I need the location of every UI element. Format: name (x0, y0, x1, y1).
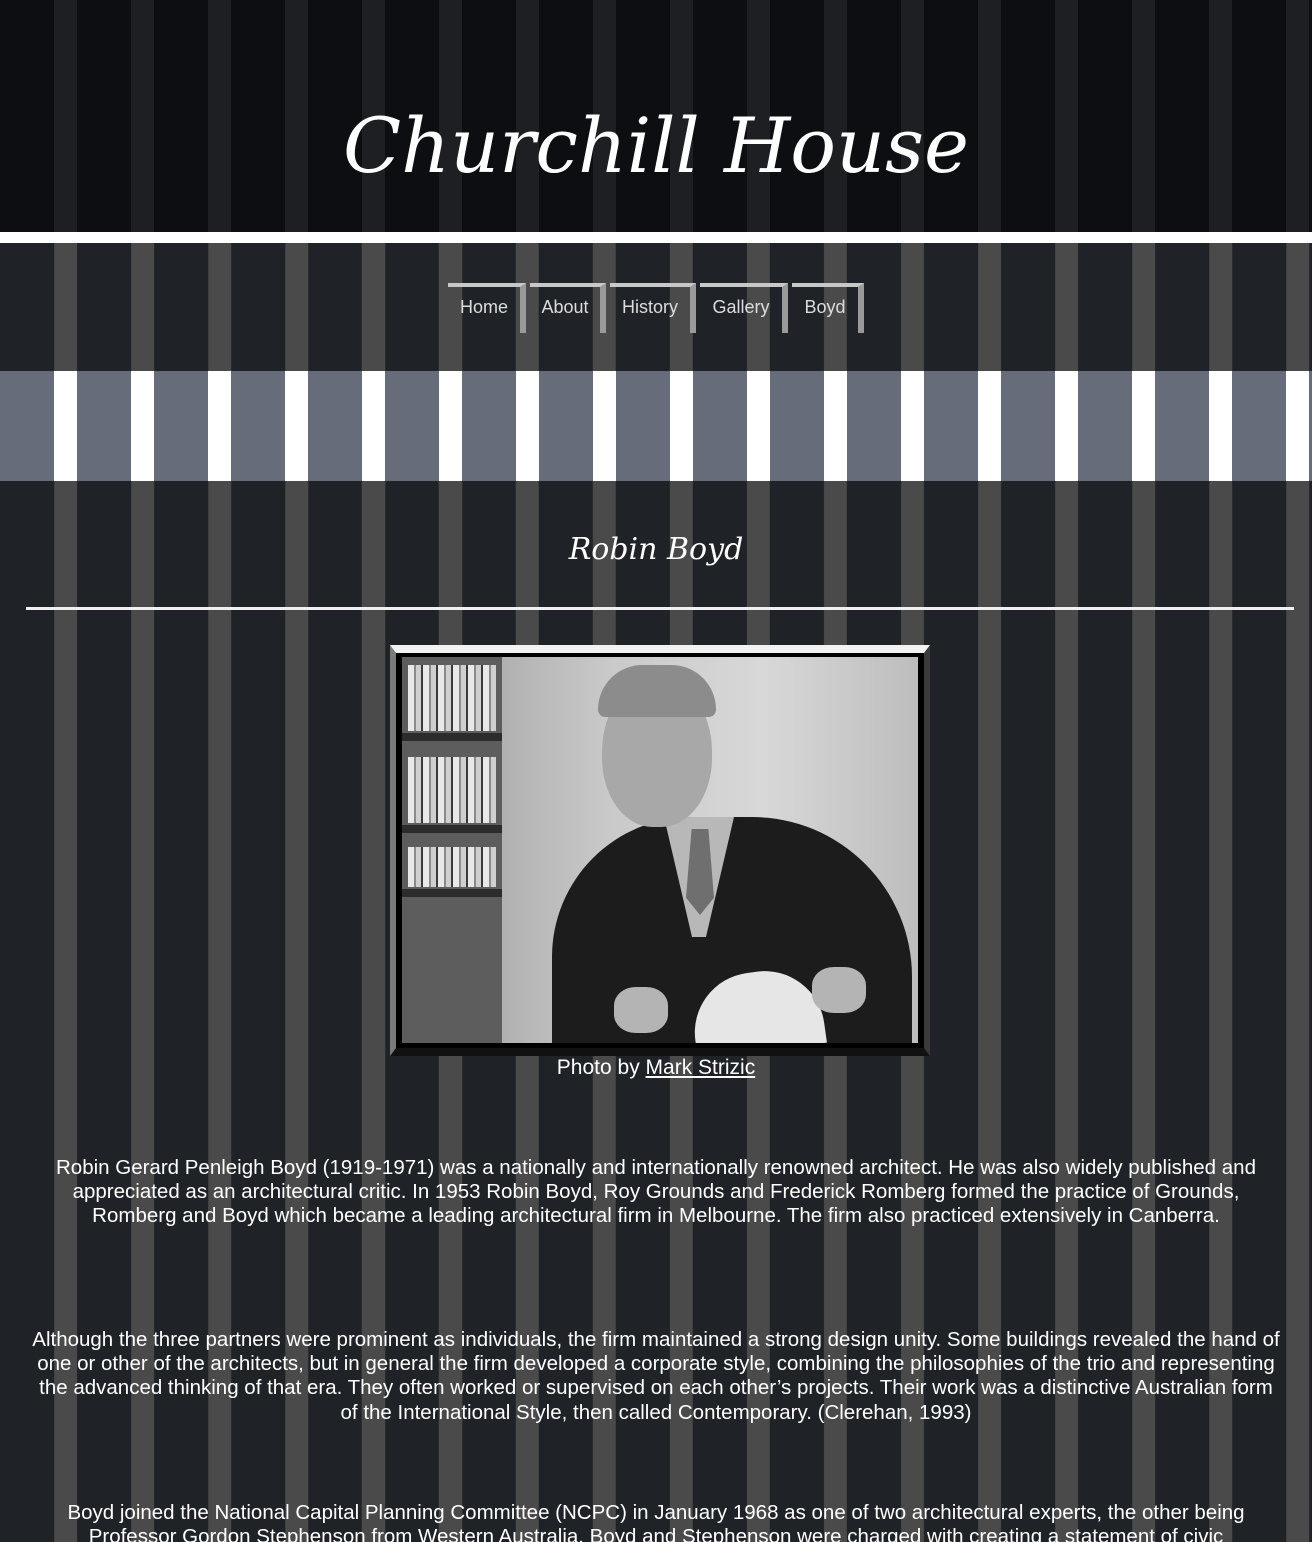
site-title: Churchill House (343, 101, 969, 190)
nav-about[interactable]: About (530, 283, 606, 333)
photo-credit: Photo by Mark Strizic (0, 1054, 1312, 1082)
portrait-frame (390, 645, 930, 1056)
site-header: Churchill House (0, 0, 1312, 232)
nav-home-label: Home (460, 296, 509, 317)
bio-paragraph-1: Robin Gerard Penleigh Boyd (1919-1971) w… (56, 1156, 1256, 1228)
nav-boyd-label: Boyd (804, 296, 846, 317)
heading-divider (26, 607, 1294, 610)
bookshelf (402, 657, 502, 1043)
nav-boyd[interactable]: Boyd (792, 283, 864, 333)
nav-gallery[interactable]: Gallery (700, 283, 788, 333)
bio-paragraph-3: Boyd joined the National Capital Plannin… (67, 1501, 1245, 1542)
header-divider (0, 232, 1312, 243)
nav-home[interactable]: Home (448, 283, 526, 333)
page-heading: Robin Boyd (568, 532, 744, 567)
main-nav: Home About History Gallery Boyd (0, 283, 1312, 335)
decorative-stripe-band (0, 371, 1312, 481)
nav-history[interactable]: History (610, 283, 696, 333)
nav-gallery-label: Gallery (712, 296, 770, 317)
robin-boyd-portrait (402, 657, 918, 1043)
photo-credit-prefix: Photo by (556, 1056, 646, 1079)
nav-history-label: History (622, 296, 679, 317)
bio-paragraph-2: Although the three partners were promine… (32, 1328, 1280, 1424)
photographer-link[interactable]: Mark Strizic (646, 1056, 756, 1079)
nav-about-label: About (541, 296, 589, 317)
